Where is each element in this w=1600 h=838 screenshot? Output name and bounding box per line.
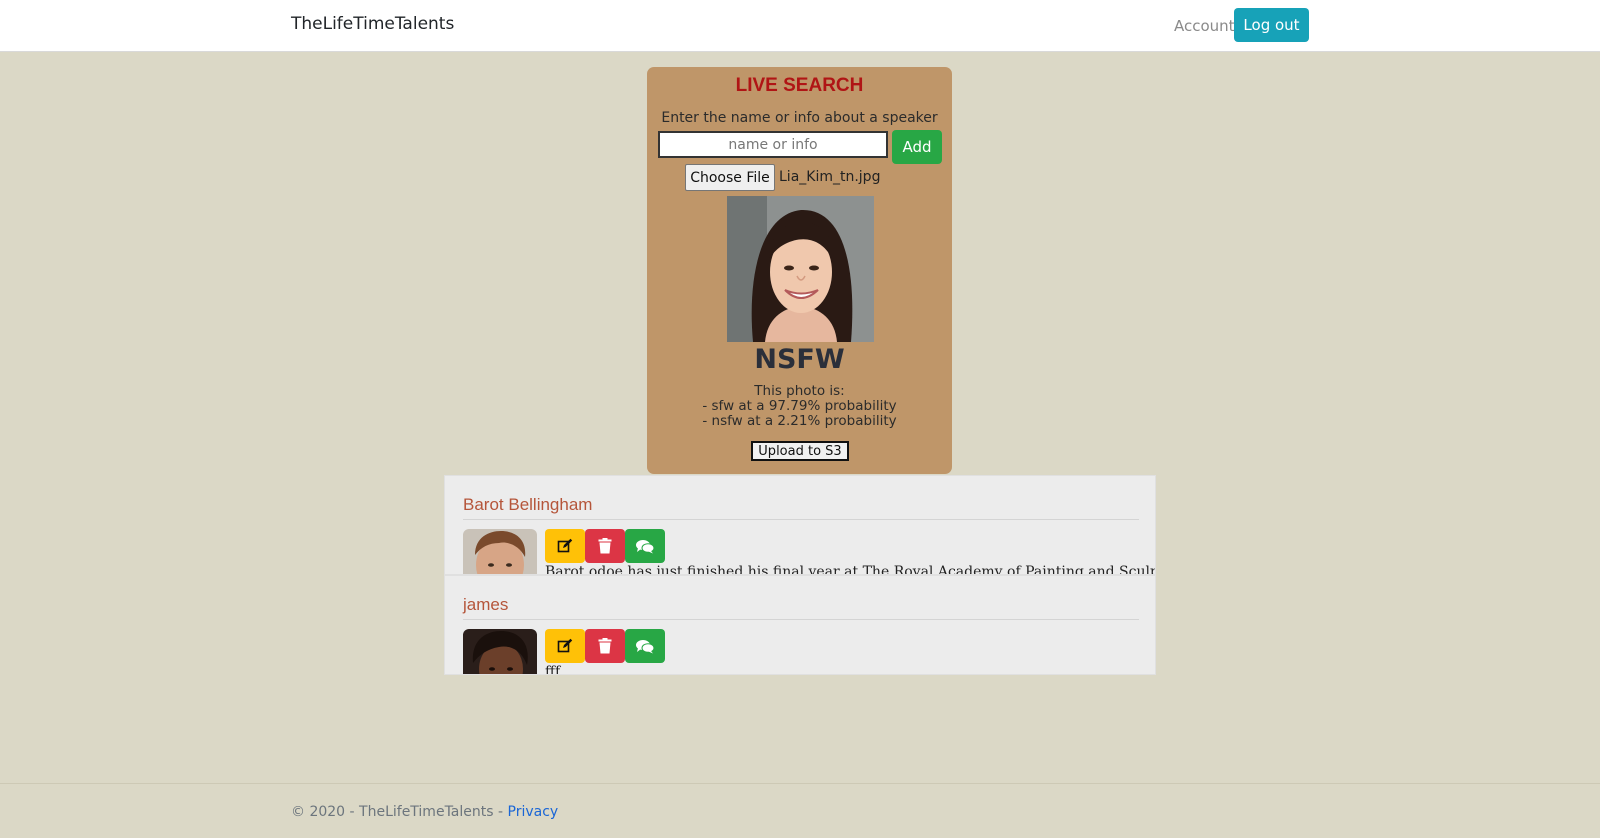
navbar: TheLifeTimeTalents Account Log out bbox=[0, 0, 1600, 52]
avatar bbox=[463, 629, 537, 674]
live-search-panel: LIVE SEARCH Enter the name or info about… bbox=[647, 67, 952, 474]
speaker-card: Barot Bellingham Barot odoe has just fin… bbox=[444, 475, 1156, 575]
delete-speaker-button[interactable] bbox=[585, 529, 625, 563]
classification-result: This photo is: - sfw at a 97.79% probabi… bbox=[647, 384, 952, 429]
brand-link[interactable]: TheLifeTimeTalents bbox=[291, 14, 454, 34]
speaker-card: james fff bbox=[444, 575, 1156, 675]
speaker-list: Barot Bellingham Barot odoe has just fin… bbox=[444, 475, 1156, 675]
selected-file-name: Lia_Kim_tn.jpg bbox=[779, 169, 881, 185]
footer-text: © 2020 - TheLifeTimeTalents - Privacy bbox=[291, 804, 558, 820]
result-intro: This photo is: bbox=[754, 383, 845, 399]
comments-icon bbox=[636, 639, 654, 653]
search-instructions: Enter the name or info about a speaker bbox=[661, 110, 938, 126]
footer: © 2020 - TheLifeTimeTalents - Privacy bbox=[0, 783, 1600, 838]
chat-speaker-button[interactable] bbox=[625, 629, 665, 663]
account-link[interactable]: Account bbox=[1174, 17, 1235, 35]
speaker-name[interactable]: james bbox=[463, 595, 508, 615]
speaker-name[interactable]: Barot Bellingham bbox=[463, 495, 592, 515]
comments-icon bbox=[636, 539, 654, 553]
delete-speaker-button[interactable] bbox=[585, 629, 625, 663]
live-search-title: LIVE SEARCH bbox=[735, 75, 864, 96]
footer-copyright: © 2020 - TheLifeTimeTalents - bbox=[291, 804, 508, 820]
upload-to-s3-button[interactable]: Upload to S3 bbox=[751, 441, 849, 461]
chat-speaker-button[interactable] bbox=[625, 529, 665, 563]
search-input[interactable] bbox=[658, 131, 888, 158]
privacy-link[interactable]: Privacy bbox=[508, 804, 559, 820]
card-divider bbox=[463, 519, 1139, 520]
speaker-bio: fff bbox=[545, 664, 561, 675]
avatar bbox=[463, 529, 537, 574]
edit-icon bbox=[557, 638, 573, 653]
trash-icon bbox=[598, 638, 612, 654]
result-sfw-line: - sfw at a 97.79% probability bbox=[702, 398, 897, 414]
card-divider bbox=[463, 619, 1139, 620]
trash-icon bbox=[598, 538, 612, 554]
edit-icon bbox=[557, 538, 573, 553]
choose-file-button[interactable]: Choose File bbox=[685, 164, 775, 191]
edit-speaker-button[interactable] bbox=[545, 629, 585, 663]
logout-button[interactable]: Log out bbox=[1234, 8, 1309, 42]
result-nsfw-line: - nsfw at a 2.21% probability bbox=[702, 413, 897, 429]
add-button[interactable]: Add bbox=[892, 130, 942, 164]
speaker-bio: Barot odoe has just finished his final y… bbox=[545, 564, 1156, 575]
edit-speaker-button[interactable] bbox=[545, 529, 585, 563]
classification-heading: NSFW bbox=[754, 344, 845, 375]
uploaded-photo-preview bbox=[727, 196, 874, 342]
